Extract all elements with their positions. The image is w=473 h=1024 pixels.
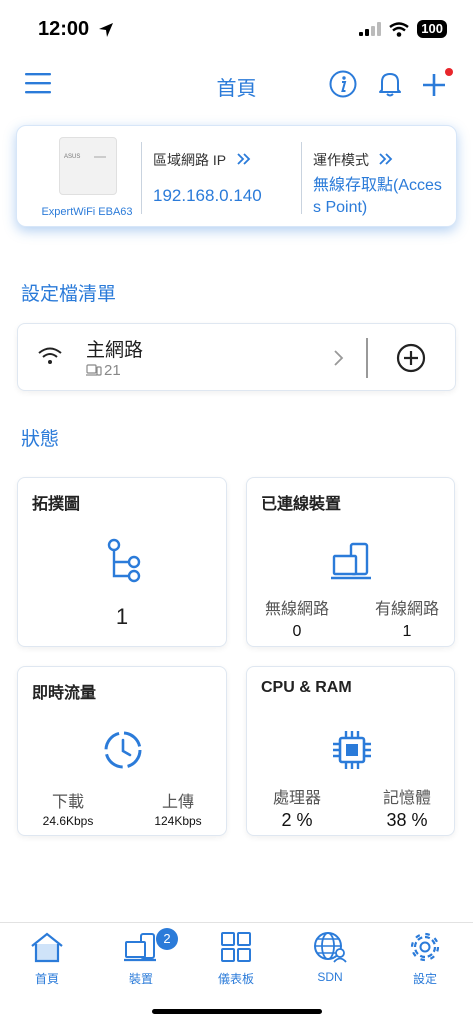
profiles-title: 設定檔清單 — [21, 284, 117, 305]
status-time: 12:00 — [38, 18, 90, 40]
ip-label: 區域網路 IP — [153, 152, 227, 168]
device-model: ExpertWiFi EBA63 — [41, 206, 133, 218]
topology-value: 1 — [115, 604, 129, 629]
profile-device-count: 21 — [104, 362, 121, 379]
clock-icon — [104, 731, 142, 769]
cellular-signal-icon — [359, 22, 382, 36]
wired-label: 有線網路 — [374, 601, 439, 618]
wireless-value: 0 — [292, 623, 302, 640]
download-value: 24.6Kbps — [42, 814, 94, 828]
location-arrow-icon — [99, 23, 113, 37]
mode-value: 無線存取點(Access Point) — [313, 177, 442, 216]
cpu-value: 2 % — [281, 810, 313, 830]
upload-label: 上傳 — [161, 794, 194, 811]
sdn-icon — [314, 932, 347, 963]
cpu-ram-title: CPU & RAM — [261, 679, 352, 696]
info-icon[interactable] — [329, 70, 357, 98]
wireless-label: 無線網路 — [264, 601, 329, 618]
wired-value: 1 — [402, 623, 412, 640]
device-count-icon — [86, 364, 102, 376]
wifi-icon — [38, 347, 62, 364]
nav-sdn-label: SDN — [317, 970, 343, 984]
device-image: ASUS — [59, 137, 117, 195]
ip-value: 192.168.0.140 — [153, 186, 262, 205]
connected-devices-card[interactable]: 已連線裝置 無線網路 0 有線網路 1 — [246, 477, 455, 647]
nav-dashboard[interactable]: 儀表板 — [201, 931, 271, 987]
add-icon[interactable] — [422, 68, 454, 98]
topology-title: 拓撲圖 — [32, 496, 81, 513]
topology-icon — [107, 538, 141, 583]
nav-settings[interactable]: 設定 — [390, 931, 460, 987]
ram-value: 38 % — [386, 810, 428, 830]
home-icon — [31, 932, 63, 963]
devices-badge: 2 — [156, 928, 178, 950]
battery-indicator: 100 — [417, 20, 447, 38]
upload-value: 124Kbps — [154, 814, 202, 828]
nav-devices-label: 裝置 — [128, 972, 153, 986]
ram-label: 記憶體 — [382, 790, 431, 807]
settings-icon — [410, 932, 440, 962]
devices-icon — [124, 933, 156, 962]
processor-icon — [333, 731, 371, 769]
connected-devices-title: 已連線裝置 — [261, 496, 342, 513]
bell-icon[interactable] — [377, 70, 403, 98]
nav-home-label: 首頁 — [34, 972, 59, 986]
double-chevron-icon[interactable] — [237, 153, 251, 165]
chevron-right-icon[interactable] — [334, 350, 344, 366]
cpu-ram-card[interactable]: CPU & RAM 處理器 2 % 記憶體 38 % — [246, 666, 455, 836]
home-indicator — [152, 1009, 322, 1014]
profile-item-main[interactable]: 主網路 21 — [17, 323, 456, 391]
profile-name: 主網路 — [86, 340, 144, 361]
cpu-label: 處理器 — [272, 790, 321, 807]
download-label: 下載 — [51, 794, 84, 811]
nav-home[interactable]: 首頁 — [12, 931, 82, 987]
devices-icon — [331, 542, 371, 580]
traffic-card[interactable]: 即時流量 下載 24.6Kbps 上傳 124Kbps — [17, 666, 227, 836]
wifi-status-icon — [389, 21, 410, 37]
traffic-title: 即時流量 — [32, 685, 97, 702]
dashboard-icon — [221, 932, 251, 962]
device-info-card[interactable]: ASUS ExpertWiFi EBA63 區域網路 IP 192.168.0.… — [16, 125, 457, 227]
status-title: 狀態 — [21, 429, 60, 450]
notification-dot — [445, 68, 453, 76]
nav-sdn[interactable]: SDN — [295, 931, 365, 984]
mode-label: 運作模式 — [313, 152, 369, 168]
divider — [366, 338, 368, 378]
double-chevron-icon[interactable] — [379, 153, 393, 165]
nav-dashboard-label: 儀表板 — [217, 972, 254, 986]
status-indicators: 100 — [359, 20, 447, 38]
nav-settings-label: 設定 — [412, 972, 437, 986]
add-circle-icon[interactable] — [396, 343, 426, 373]
topology-card[interactable]: 拓撲圖 1 — [17, 477, 227, 647]
